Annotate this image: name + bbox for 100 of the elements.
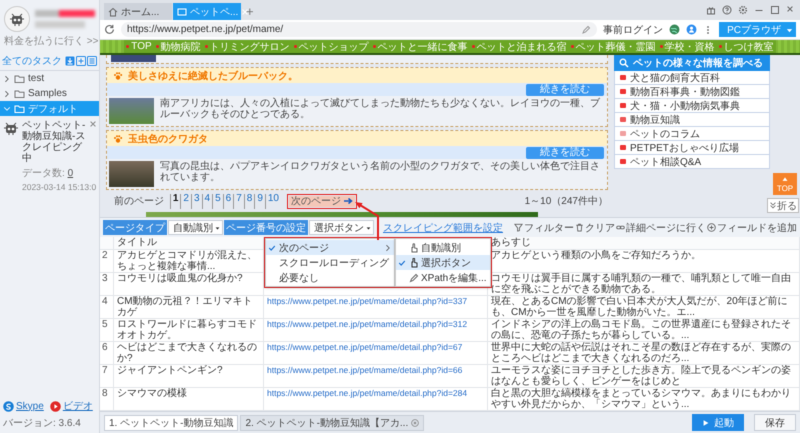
menu-item[interactable]: 必要なし (266, 270, 394, 285)
photo-placeholder (109, 98, 154, 124)
page-type-select[interactable]: 自動識別 (168, 220, 223, 235)
plus-icon (707, 223, 716, 232)
table-cell: CM動物の元祖？！エリマキトカゲ (114, 296, 264, 318)
next-page-button[interactable]: 次のページ (289, 196, 355, 206)
info-link[interactable]: 犬と猫の飼育大百科 (614, 71, 770, 85)
url-link[interactable]: https://www.petpet.ne.jp/pet/mame/detail.php?id=337 (267, 296, 468, 306)
range-link[interactable]: スクレイピング範囲を設定 (383, 220, 503, 234)
menu-item[interactable]: スクロールローディング (266, 255, 394, 270)
robot-icon (3, 120, 19, 136)
info-box-header: ペットの様々な情報を調べる (614, 55, 770, 71)
folder-item[interactable]: デフォルト (0, 101, 99, 116)
page-link[interactable]: 1 (170, 194, 180, 208)
gift-icon (706, 5, 716, 15)
settings-icon (738, 5, 748, 15)
url-link[interactable]: https://www.petpet.ne.jp/pet/mame/detail.php?id=284 (267, 388, 468, 398)
account-icon (686, 24, 698, 35)
page-link[interactable]: 4 (202, 194, 212, 208)
info-link[interactable]: ペット相談Q&A (614, 155, 770, 169)
nav-link[interactable]: TOP (124, 40, 154, 53)
task-time: 2023-03-14 15:13:0 (22, 182, 96, 192)
page-link[interactable]: 5 (212, 194, 223, 208)
page-type-button[interactable]: ページタイプ (103, 220, 167, 235)
close-icon[interactable] (411, 418, 420, 426)
run-tab[interactable]: 2. ペットペット-動物豆知識【アカ... (240, 414, 424, 430)
check-icon (398, 258, 406, 266)
browser-tab[interactable]: ホーム... (104, 3, 172, 20)
home-icon (108, 6, 118, 16)
back-to-top-button[interactable]: TOP (773, 173, 797, 195)
add-icon (76, 56, 86, 66)
url-link[interactable]: https://www.petpet.ne.jp/pet/mame/detail.php?id=66 (267, 365, 462, 375)
folder-item[interactable]: Samples (0, 86, 99, 101)
url-link[interactable]: https://www.petpet.ne.jp/pet/mame/detail.php?id=67 (267, 342, 462, 352)
page-link[interactable]: 9 (254, 194, 265, 208)
photo-placeholder (109, 161, 154, 187)
result-count: 1～10（247件中） (524, 194, 608, 208)
menu-item[interactable]: 選択ボタン (396, 255, 490, 270)
arrow-icon (343, 196, 353, 206)
chevron-icon (769, 201, 777, 210)
page-link[interactable]: 6 (222, 194, 234, 208)
previous-page-link[interactable]: 前のページ (114, 194, 164, 208)
info-link[interactable]: 動物百科事典・動物図鑑 (614, 85, 770, 99)
footer-link[interactable]: ビデオ (50, 399, 93, 413)
table-cell: アカヒゲとコマドリが混えた、ちょっと複雑な事情... (114, 250, 264, 272)
column-header: タイトル (114, 237, 264, 249)
read-more-button[interactable]: 続きを読む (526, 84, 604, 96)
paging-select[interactable]: 選択ボタン (309, 220, 374, 235)
nav-link[interactable]: 学校・資格 (658, 40, 717, 53)
nav-link[interactable]: 動物病院 (154, 40, 203, 53)
menu-item[interactable]: 自動識別 (396, 240, 490, 255)
nav-link[interactable]: ペットと泊まれる宿 (470, 40, 569, 53)
page-link[interactable]: 3 (190, 194, 202, 208)
menu-item[interactable]: 次のページ (266, 240, 394, 255)
download-icon (65, 56, 75, 66)
pointer-icon (409, 258, 419, 268)
nav-link[interactable]: ペットと一緒に食事 (370, 40, 470, 53)
toolbar-action[interactable]: 詳細ページに行く (616, 220, 706, 234)
nav-link[interactable]: ペット葬儀・霊園 (568, 40, 658, 53)
page-link[interactable]: 7 (233, 194, 244, 208)
save-button[interactable]: 保存 (754, 414, 796, 431)
read-more-button[interactable]: 続きを読む (526, 146, 604, 158)
close-button[interactable] (89, 120, 97, 128)
tasks-heading: 全てのタスク (2, 55, 62, 68)
trash-icon (575, 223, 584, 232)
footer-link[interactable]: Skype (3, 400, 44, 412)
url-link[interactable]: https://www.petpet.ne.jp/pet/mame/detail.php?id=312 (267, 319, 468, 329)
address-field[interactable]: https://www.petpet.ne.jp/pet/mame/ (121, 22, 598, 37)
info-link[interactable]: 犬・猫・小動物病気事典 (614, 99, 770, 113)
robot-icon (9, 11, 25, 27)
article-title[interactable]: 玉虫色のクワガタ (128, 132, 208, 146)
nav-link[interactable]: しつけ教室 (716, 40, 776, 53)
toolbar-action[interactable]: フィルター (514, 220, 574, 234)
page-link[interactable]: 2 (180, 194, 191, 208)
toolbar-action[interactable]: クリア (575, 220, 615, 234)
info-link[interactable]: 動物豆知識 (614, 113, 770, 127)
new-tab-button[interactable]: + (242, 3, 258, 20)
page-icon (177, 6, 187, 16)
nav-link[interactable]: ペットショップ (292, 40, 371, 53)
toolbar-action[interactable]: フィールドを追加 (707, 220, 797, 234)
browser-mode-button[interactable]: PCブラウザ (719, 22, 796, 37)
table-cell: ヘビはどこまで大きくなれるのか? (114, 342, 264, 364)
close-icon (89, 120, 97, 128)
login-link[interactable]: 事前ログイン (603, 22, 664, 36)
info-link[interactable]: PETPETおしゃべり広場 (614, 141, 770, 155)
globe-icon (669, 24, 680, 35)
start-button[interactable]: 起動 (692, 414, 744, 431)
page-link[interactable]: 8 (244, 194, 254, 208)
task-name[interactable]: ペットペット-動物豆知識-スクレイピング中 (22, 120, 96, 164)
folder-item[interactable]: test (0, 71, 99, 86)
folder-icon (14, 74, 25, 84)
page-link[interactable]: 10 (264, 194, 281, 208)
fold-button[interactable]: 折る (767, 198, 799, 213)
menu-item[interactable]: XPathを編集... (396, 270, 490, 285)
run-tab[interactable]: 1. ペットペット-動物豆知識 (104, 414, 238, 430)
info-link[interactable]: ペットのコラム (614, 127, 770, 141)
pay-link[interactable]: 料金を払うに行く >> (0, 34, 99, 52)
nav-link[interactable]: トリミングサロン (202, 40, 292, 53)
table-cell: ジャイアントペンギン? (114, 365, 264, 387)
paging-button[interactable]: ページ番号の設定 (224, 220, 308, 235)
